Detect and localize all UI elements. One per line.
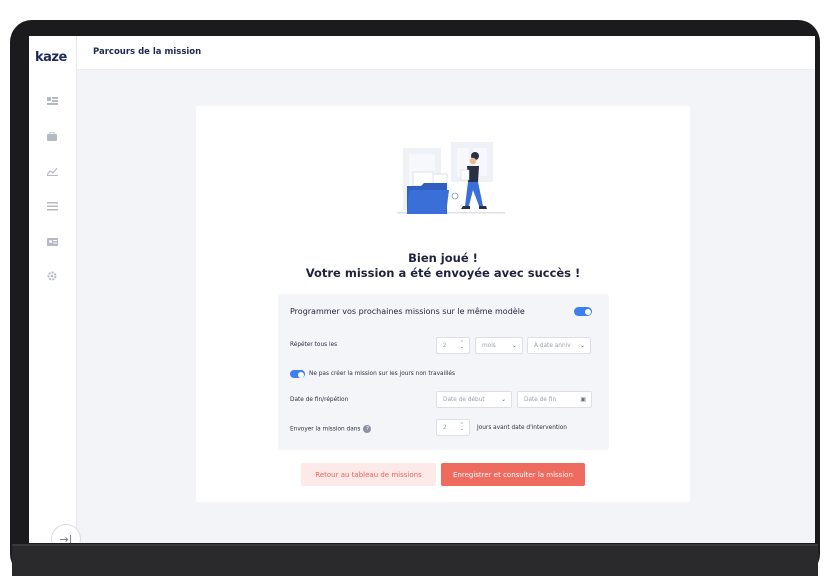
success-illustration — [397, 142, 505, 214]
top-header: Parcours de la mission — [77, 36, 815, 70]
repeat-label: Répéter tous les — [290, 342, 338, 348]
sidebar: kaze — [29, 36, 77, 543]
schedule-panel: Programmer vos prochaines missions sur l… — [278, 294, 609, 450]
id-card-icon[interactable] — [43, 234, 61, 248]
send-days-stepper[interactable]: 2 ⌃ ⌄ — [436, 419, 470, 436]
stepper-arrows-icon[interactable]: ⌃ ⌄ — [460, 341, 464, 350]
success-heading: Bien joué ! — [408, 251, 478, 265]
repeat-count-stepper[interactable]: 2 ⌃ ⌄ — [436, 337, 470, 354]
list-icon[interactable] — [43, 199, 61, 213]
gear-icon[interactable] — [43, 269, 61, 283]
back-to-missions-button[interactable]: Retour au tableau de missions — [301, 463, 436, 486]
chevron-down-icon: ⌄ — [500, 396, 506, 403]
help-icon[interactable]: ? — [363, 425, 372, 433]
success-card: Bien joué ! Votre mission a été envoyée … — [196, 106, 690, 502]
briefcase-icon[interactable] — [43, 129, 61, 143]
save-and-view-button[interactable]: Enregistrer et consulter la mission — [441, 463, 585, 486]
end-mode-select[interactable]: Date de début ⌄ — [436, 391, 512, 408]
skip-nonworking-toggle[interactable] — [290, 370, 305, 378]
repeat-anchor-value: À date anniv — [534, 342, 571, 349]
skip-nonworking-label: Ne pas créer la mission sur les jours no… — [309, 371, 456, 377]
send-suffix-label: Jours avant date d'intervention — [477, 425, 567, 431]
app-logo[interactable]: kaze — [35, 50, 67, 65]
page-title: Parcours de la mission — [93, 47, 202, 57]
end-date-label: Date de fin/répétion — [290, 397, 349, 403]
repeat-anchor-select[interactable]: À date anniv ⌄ — [527, 337, 591, 354]
send-label: Envoyer la mission dans? — [290, 425, 372, 433]
stepper-arrows-icon[interactable]: ⌃ ⌄ — [460, 423, 464, 432]
send-days-value: 2 — [443, 424, 447, 431]
chevron-down-icon: ⌄ — [511, 342, 517, 349]
success-message: Votre mission a été envoyée avec succès … — [305, 266, 581, 280]
chart-icon[interactable] — [43, 164, 61, 178]
repeat-unit-value: mois — [482, 342, 496, 349]
app-screen: kaze →| Parcours de la mission Bien joué… — [29, 36, 815, 543]
send-label-text: Envoyer la mission dans — [290, 426, 361, 433]
calendar-icon[interactable]: ▣ — [580, 396, 586, 403]
schedule-title: Programmer vos prochaines missions sur l… — [290, 307, 525, 316]
device-base — [12, 544, 818, 576]
end-date-placeholder: Date de fin — [524, 396, 557, 403]
end-mode-placeholder: Date de début — [443, 396, 485, 403]
dashboard-icon[interactable] — [43, 94, 61, 108]
repeat-unit-select[interactable]: mois ⌄ — [475, 337, 523, 354]
end-date-input[interactable]: Date de fin ▣ — [517, 391, 592, 408]
repeat-count-value: 2 — [443, 342, 447, 349]
schedule-toggle[interactable] — [574, 307, 592, 316]
chevron-down-icon: ⌄ — [579, 342, 585, 349]
